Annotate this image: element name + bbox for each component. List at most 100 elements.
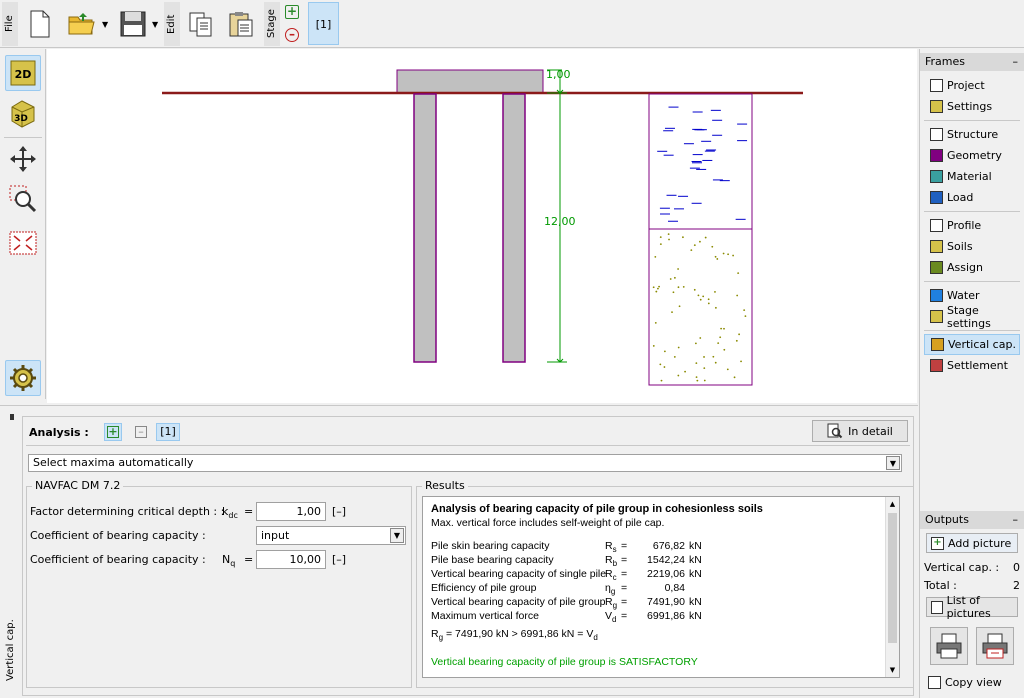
sand-hatch-dot bbox=[714, 361, 717, 364]
outputs-collapse-button[interactable]: – bbox=[1013, 511, 1019, 529]
sand-hatch-dot bbox=[677, 268, 679, 270]
frame-item-structure[interactable]: Structure bbox=[920, 124, 1024, 145]
zoom-extents-button[interactable] bbox=[5, 225, 41, 261]
sand-hatch-dot bbox=[707, 302, 710, 305]
profile-icon bbox=[930, 219, 943, 232]
results-scrollbar[interactable]: ▲ ▼ bbox=[885, 497, 899, 677]
open-file-button[interactable] bbox=[62, 5, 102, 43]
load-icon bbox=[930, 191, 943, 204]
frame-item-assign[interactable]: Assign bbox=[920, 257, 1024, 278]
pan-button[interactable] bbox=[5, 141, 41, 177]
print-preview-button[interactable] bbox=[976, 627, 1014, 665]
check-v-sub: d bbox=[593, 633, 598, 643]
frame-item-label: Settings bbox=[947, 100, 993, 113]
copy-data-button[interactable] bbox=[186, 5, 216, 43]
param-input[interactable]: 10,00 bbox=[256, 550, 326, 569]
sand-hatch-dot bbox=[723, 327, 725, 330]
result-unit: kN bbox=[689, 596, 702, 608]
save-button[interactable] bbox=[116, 5, 150, 43]
sand-hatch-dot bbox=[677, 346, 680, 349]
results-box[interactable]: Analysis of bearing capacity of pile gro… bbox=[422, 496, 900, 678]
param-label: Factor determining critical depth : : bbox=[30, 505, 225, 518]
panel-pin-icon[interactable] bbox=[10, 414, 14, 420]
frame-item-geometry[interactable]: Geometry bbox=[920, 145, 1024, 166]
frames-collapse-button[interactable]: – bbox=[1013, 53, 1019, 71]
settlement-icon bbox=[930, 359, 943, 372]
param-symbol-sub: q bbox=[230, 559, 236, 569]
remove-analysis-button[interactable]: – bbox=[132, 423, 150, 441]
sand-hatch-dot bbox=[733, 376, 736, 379]
new-file-button[interactable] bbox=[25, 5, 55, 43]
sand-hatch-dot bbox=[659, 363, 662, 366]
paste-data-button[interactable] bbox=[226, 5, 256, 43]
copy-view-icon bbox=[928, 675, 941, 689]
result-equals: = bbox=[621, 568, 628, 580]
in-detail-button[interactable]: In detail bbox=[812, 420, 908, 442]
dropdown-arrow-icon[interactable]: ▼ bbox=[886, 456, 900, 470]
frame-item-project[interactable]: Project bbox=[920, 75, 1024, 96]
sand-hatch-dot bbox=[663, 366, 666, 368]
add-stage-icon[interactable]: + bbox=[285, 5, 299, 19]
add-picture-button[interactable]: + Add picture bbox=[926, 533, 1018, 553]
scroll-thumb[interactable] bbox=[888, 513, 897, 643]
sand-hatch-dot bbox=[740, 360, 742, 363]
zoom-window-button[interactable] bbox=[5, 181, 41, 217]
param-input[interactable]: 1,00 bbox=[256, 502, 326, 521]
bearing-capacity-mode-select[interactable]: input ▼ bbox=[256, 526, 406, 545]
scroll-up-icon[interactable]: ▲ bbox=[886, 497, 899, 511]
open-dropdown-icon[interactable]: ▼ bbox=[102, 20, 108, 29]
result-row: Pile base bearing capacity Rb = 1542,24 kN bbox=[431, 553, 731, 568]
edit-menu[interactable]: Edit bbox=[164, 2, 180, 46]
frame-item-label: Profile bbox=[947, 219, 982, 232]
frame-item-stage-settings[interactable]: Stage settings bbox=[920, 304, 1024, 330]
remove-stage-icon[interactable]: – bbox=[285, 28, 299, 42]
add-analysis-button[interactable]: + bbox=[104, 423, 122, 441]
results-verdict: Vertical bearing capacity of pile group … bbox=[431, 656, 698, 668]
2d-view-button[interactable]: 2D bbox=[5, 55, 41, 91]
maxima-select[interactable]: Select maxima automatically ▼ bbox=[28, 454, 902, 472]
sand-hatch-dot bbox=[744, 315, 747, 318]
list-of-pictures-button[interactable]: List of pictures bbox=[926, 594, 1018, 620]
3d-view-button[interactable]: 3D bbox=[5, 95, 41, 131]
analysis-1-tab[interactable]: [1] bbox=[156, 423, 180, 441]
frame-item-vertical-cap[interactable]: Vertical cap. bbox=[924, 334, 1020, 355]
dimension-label-pile: 12,00 bbox=[544, 215, 576, 228]
frame-item-settlement[interactable]: Settlement bbox=[920, 355, 1024, 376]
total-count: Total : 2 bbox=[924, 579, 1020, 592]
sand-hatch-dot bbox=[699, 337, 702, 339]
check-r: R bbox=[431, 628, 439, 640]
file-menu[interactable]: File bbox=[2, 2, 18, 46]
sand-hatch-dot bbox=[703, 367, 706, 369]
sand-hatch-dot bbox=[659, 243, 662, 246]
result-symbol-letter: R bbox=[605, 568, 613, 580]
sand-hatch-dot bbox=[703, 379, 706, 382]
analysis-panel: Vertical cap. Analysis : + – [1] In deta… bbox=[0, 405, 918, 698]
copy-view-button[interactable]: Copy view bbox=[926, 672, 1020, 692]
frame-item-settings[interactable]: Settings bbox=[920, 96, 1024, 117]
printer-icon bbox=[936, 633, 962, 659]
drawing-canvas[interactable]: 1,00 12,00 bbox=[47, 49, 917, 403]
stage-menu[interactable]: Stage bbox=[264, 2, 280, 46]
settings-gear-button[interactable] bbox=[5, 360, 41, 396]
sand-hatch-dot bbox=[736, 294, 739, 297]
save-dropdown-icon[interactable]: ▼ bbox=[152, 20, 158, 29]
sand-hatch-dot bbox=[738, 333, 741, 336]
stage-1-button[interactable]: [1] bbox=[308, 2, 339, 45]
dropdown-arrow-icon[interactable]: ▼ bbox=[390, 528, 404, 543]
result-label: Pile skin bearing capacity bbox=[431, 540, 550, 552]
frame-item-soils[interactable]: Soils bbox=[920, 236, 1024, 257]
frame-item-profile[interactable]: Profile bbox=[920, 215, 1024, 236]
frame-item-label: Vertical cap. bbox=[948, 338, 1016, 351]
result-equals: = bbox=[621, 610, 628, 622]
frame-item-load[interactable]: Load bbox=[920, 187, 1024, 208]
print-button[interactable] bbox=[930, 627, 968, 665]
scroll-down-icon[interactable]: ▼ bbox=[886, 663, 899, 677]
tab-vertical-cap[interactable]: Vertical cap. bbox=[2, 606, 20, 694]
sand-hatch-dot bbox=[693, 288, 696, 291]
param-unit: [–] bbox=[332, 553, 347, 566]
magnifier-document-icon bbox=[827, 423, 843, 439]
frame-item-material[interactable]: Material bbox=[920, 166, 1024, 187]
frame-item-label: Soils bbox=[947, 240, 973, 253]
sand-hatch-dot bbox=[654, 321, 657, 324]
param-label: Coefficient of bearing capacity : bbox=[30, 553, 206, 566]
